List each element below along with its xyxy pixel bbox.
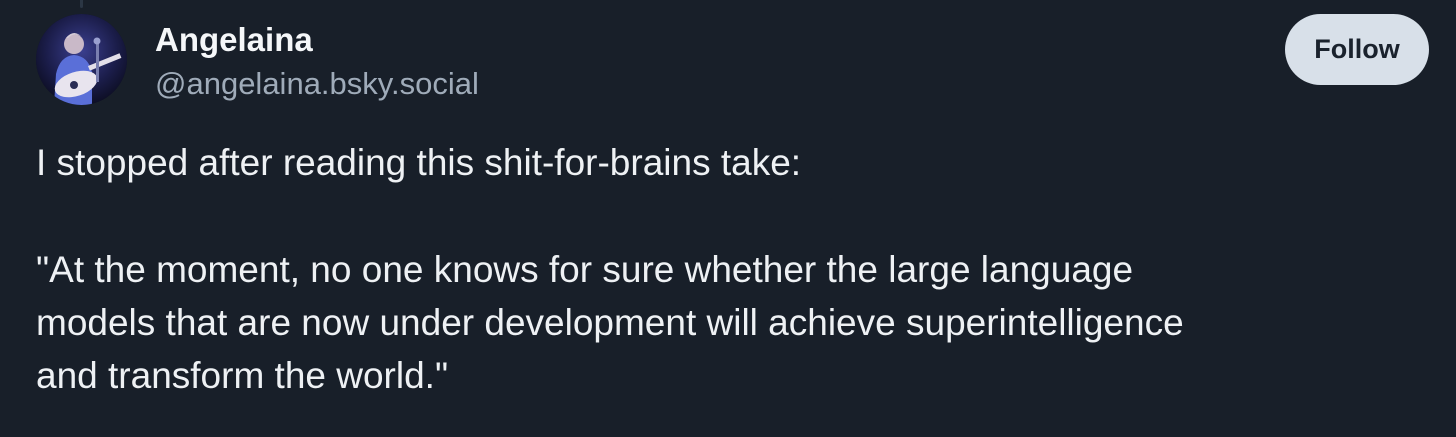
follow-button[interactable]: Follow (1285, 14, 1429, 85)
post-text-line: and transform the world." (36, 355, 449, 396)
avatar-photo-icon (36, 14, 127, 105)
thread-connector-line (80, 0, 83, 8)
post-text: I stopped after reading this shit-for-br… (36, 136, 1436, 402)
paragraph-break (36, 189, 1436, 243)
author-display-name[interactable]: Angelaina (155, 20, 313, 60)
avatar[interactable] (36, 14, 127, 105)
author-handle[interactable]: @angelaina.bsky.social (155, 64, 479, 104)
post-text-line: I stopped after reading this shit-for-br… (36, 142, 802, 183)
post-text-line: models that are now under development wi… (36, 302, 1184, 343)
post-text-line: "At the moment, no one knows for sure wh… (36, 249, 1134, 290)
